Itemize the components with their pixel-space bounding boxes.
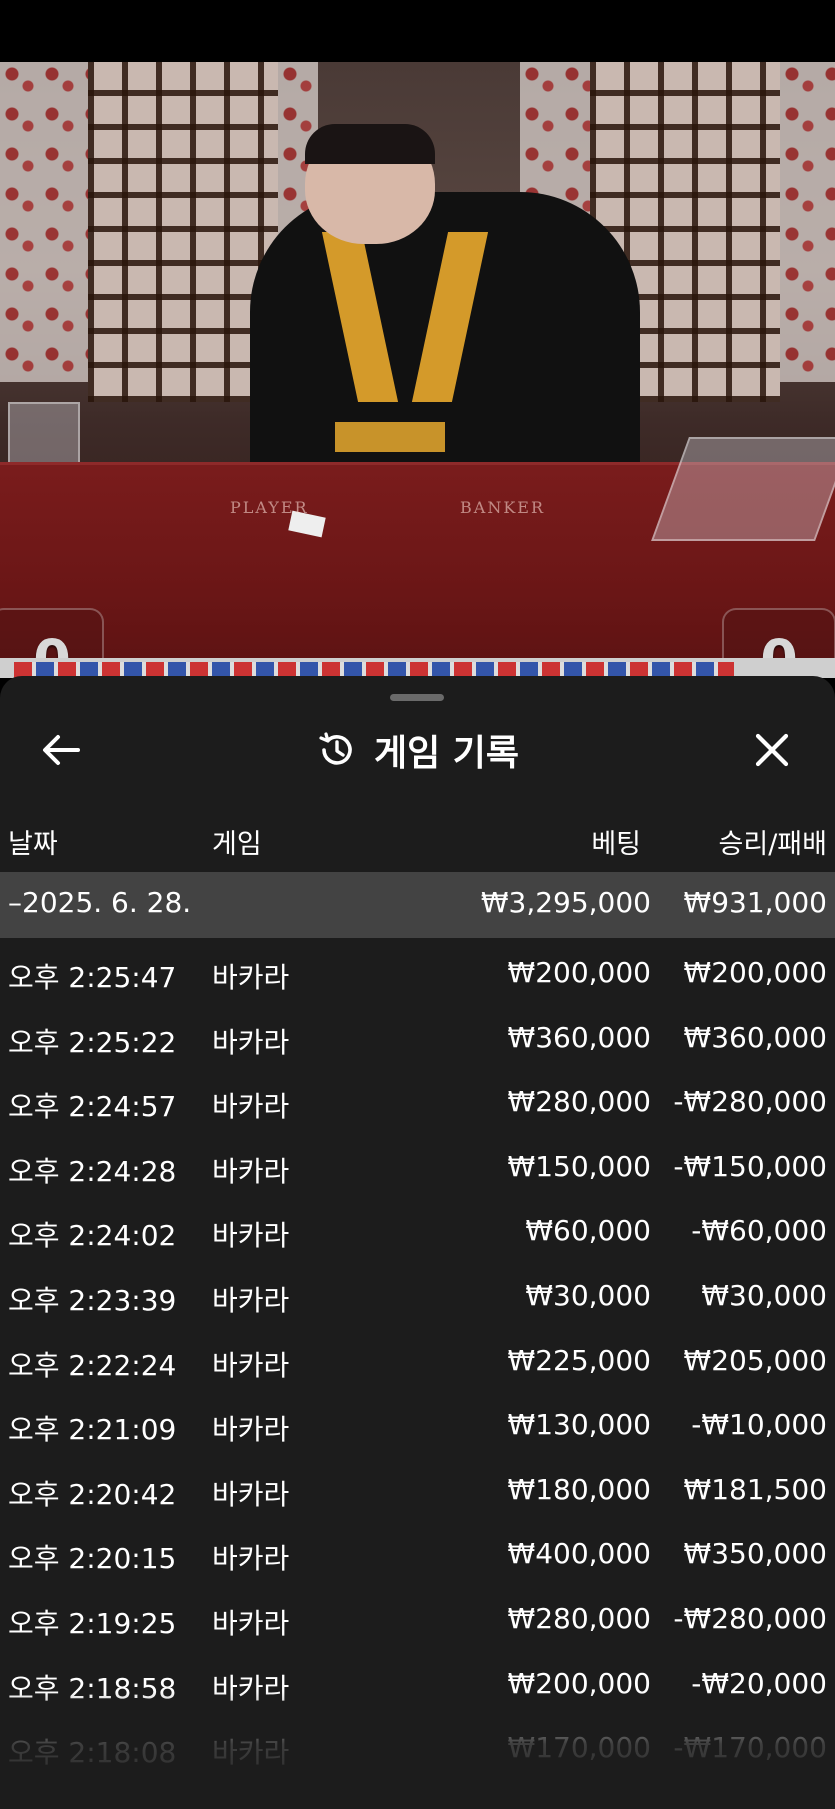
row-game: 바카라 (212, 1413, 290, 1447)
table-row[interactable]: 오후 2:24:57 바카라 ₩280,000 -₩280,000 (0, 1067, 835, 1132)
table-label-player: PLAYER (230, 498, 309, 517)
row-bet: ₩280,000 (507, 1601, 651, 1635)
discard-tray (651, 437, 835, 541)
row-game: 바카라 (212, 1348, 290, 1382)
game-history-sheet: 게임 기록 날짜 게임 베팅 승리/패배 –2025. 6. 28. ₩3,29… (0, 676, 835, 1809)
title-group: 게임 기록 (0, 706, 835, 794)
row-bet: ₩130,000 (507, 1408, 651, 1442)
banker-score: 0 (724, 628, 834, 658)
table-label-banker: BANKER (460, 498, 545, 517)
drag-handle[interactable] (390, 694, 444, 701)
summary-win-loss: ₩931,000 (683, 886, 827, 919)
table-row[interactable]: 오후 2:18:08 바카라 ₩170,000 -₩170,000 (0, 1713, 835, 1778)
row-game: 바카라 (212, 1477, 290, 1511)
row-win-loss: -₩170,000 (673, 1731, 827, 1765)
page-title: 게임 기록 (373, 733, 519, 774)
table-row[interactable]: 오후 2:22:24 바카라 ₩225,000 ₩205,000 (0, 1326, 835, 1391)
close-icon (755, 733, 789, 767)
live-video-feed: PLAYER BANKER 0 0 (0, 62, 835, 658)
row-time: 오후 2:21:09 (8, 1413, 177, 1447)
column-game: 게임 (212, 829, 262, 860)
row-win-loss: ₩200,000 (683, 956, 827, 989)
history-list: 오후 2:25:47 바카라 ₩200,000 ₩200,000 오후 2:25:22… (0, 938, 835, 1778)
row-win-loss: -₩60,000 (691, 1214, 827, 1248)
table-row[interactable]: 오후 2:25:47 바카라 ₩200,000 ₩200,000 (0, 938, 835, 1003)
row-bet: ₩200,000 (507, 1666, 651, 1700)
status-bar (0, 0, 835, 62)
row-game: 바카라 (212, 1283, 290, 1317)
row-win-loss: ₩205,000 (683, 1343, 827, 1377)
row-game: 바카라 (212, 961, 290, 994)
row-bet: ₩170,000 (507, 1731, 651, 1765)
row-time: 오후 2:18:08 (8, 1736, 177, 1770)
backdrop-blossom (780, 62, 835, 382)
road-map-strip (0, 658, 835, 678)
table-row[interactable]: 오후 2:20:42 바카라 ₩180,000 ₩181,500 (0, 1455, 835, 1520)
row-game: 바카라 (212, 1542, 290, 1576)
row-win-loss: ₩360,000 (683, 1020, 827, 1054)
row-time: 오후 2:23:39 (8, 1283, 177, 1317)
row-win-loss: ₩181,500 (683, 1472, 827, 1506)
close-button[interactable] (750, 728, 794, 772)
row-game: 바카라 (212, 1025, 290, 1059)
row-game: 바카라 (212, 1671, 290, 1705)
date-summary-row[interactable]: –2025. 6. 28. ₩3,295,000 ₩931,000 (0, 872, 835, 938)
row-time: 오후 2:20:15 (8, 1542, 177, 1576)
table-row[interactable]: 오후 2:23:39 바카라 ₩30,000 ₩30,000 (0, 1261, 835, 1326)
row-win-loss: -₩280,000 (673, 1085, 827, 1119)
table-row[interactable]: 오후 2:20:15 바카라 ₩400,000 ₩350,000 (0, 1519, 835, 1584)
row-bet: ₩60,000 (525, 1214, 651, 1248)
row-game: 바카라 (212, 1090, 290, 1124)
row-time: 오후 2:22:24 (8, 1348, 177, 1382)
dealer-hair (305, 124, 435, 164)
dealer-belt (335, 422, 445, 452)
column-date: 날짜 (8, 829, 58, 860)
row-bet: ₩200,000 (507, 956, 651, 989)
row-game: 바카라 (212, 1606, 290, 1640)
row-time: 오후 2:24:57 (8, 1090, 177, 1124)
row-time: 오후 2:25:22 (8, 1025, 177, 1059)
player-score-box: 0 (0, 608, 104, 658)
table-row[interactable]: 오후 2:18:58 바카라 ₩200,000 -₩20,000 (0, 1649, 835, 1714)
history-icon (319, 732, 352, 765)
row-win-loss: -₩280,000 (673, 1601, 827, 1635)
table-row[interactable]: 오후 2:24:28 바카라 ₩150,000 -₩150,000 (0, 1132, 835, 1197)
row-time: 오후 2:25:47 (8, 961, 177, 994)
row-bet: ₩180,000 (507, 1472, 651, 1506)
row-win-loss: -₩10,000 (691, 1408, 827, 1442)
sheet-header: 게임 기록 (0, 706, 835, 794)
row-game: 바카라 (212, 1154, 290, 1188)
row-win-loss: ₩350,000 (683, 1537, 827, 1571)
column-win-loss: 승리/패배 (718, 829, 827, 860)
row-bet: ₩30,000 (525, 1278, 651, 1312)
row-bet: ₩150,000 (507, 1149, 651, 1183)
banker-score-box: 0 (722, 608, 835, 658)
row-bet: ₩280,000 (507, 1085, 651, 1119)
row-win-loss: ₩30,000 (701, 1278, 827, 1312)
row-game: 바카라 (212, 1219, 290, 1253)
row-win-loss: -₩20,000 (691, 1666, 827, 1700)
row-game: 바카라 (212, 1736, 290, 1770)
table-row[interactable]: 오후 2:21:09 바카라 ₩130,000 -₩10,000 (0, 1390, 835, 1455)
row-bet: ₩400,000 (507, 1537, 651, 1571)
table-row[interactable]: 오후 2:25:22 바카라 ₩360,000 ₩360,000 (0, 1003, 835, 1068)
table-header: 날짜 게임 베팅 승리/패배 (0, 808, 835, 868)
row-bet: ₩360,000 (507, 1020, 651, 1054)
row-bet: ₩225,000 (507, 1343, 651, 1377)
row-time: 오후 2:20:42 (8, 1477, 177, 1511)
row-time: 오후 2:24:28 (8, 1154, 177, 1188)
player-score: 0 (2, 628, 102, 658)
table-row[interactable]: 오후 2:19:25 바카라 ₩280,000 -₩280,000 (0, 1584, 835, 1649)
column-bet: 베팅 (591, 829, 641, 860)
summary-date: –2025. 6. 28. (8, 886, 192, 919)
row-time: 오후 2:19:25 (8, 1606, 177, 1640)
row-time: 오후 2:18:58 (8, 1671, 177, 1705)
row-win-loss: -₩150,000 (673, 1149, 827, 1183)
backdrop-blossom (0, 62, 88, 382)
table-row[interactable]: 오후 2:24:02 바카라 ₩60,000 -₩60,000 (0, 1196, 835, 1261)
row-time: 오후 2:24:02 (8, 1219, 177, 1253)
summary-bet: ₩3,295,000 (480, 886, 651, 919)
